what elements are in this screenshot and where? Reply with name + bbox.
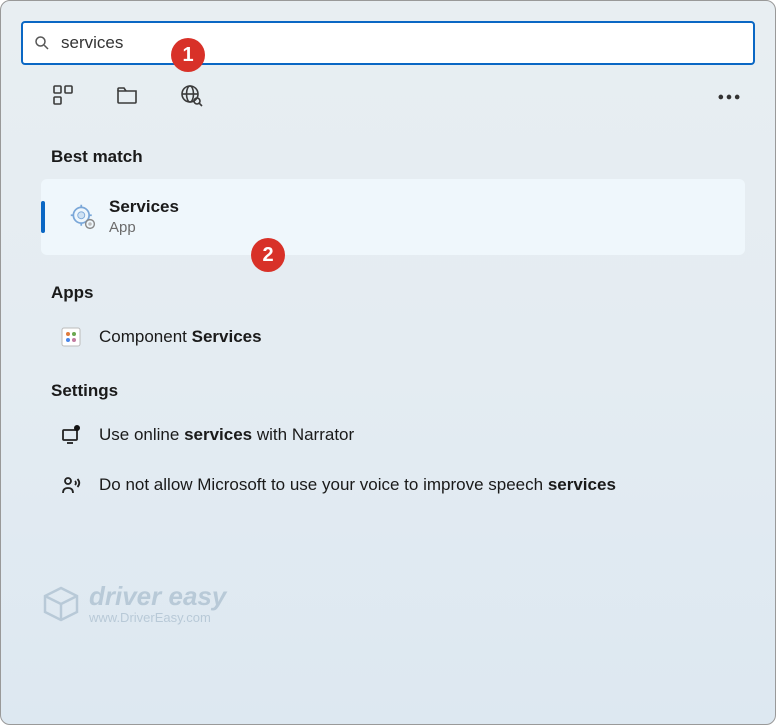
watermark-url: www.DriverEasy.com [89,611,226,624]
web-filter-icon[interactable] [179,83,203,107]
component-services-icon [59,325,83,349]
speech-voice-icon [59,473,83,497]
section-settings: Settings [51,381,765,401]
search-bar[interactable] [21,21,755,65]
filter-row [51,83,743,107]
selection-accent [41,201,45,233]
more-options-icon[interactable] [715,83,743,107]
narrator-online-icon [59,423,83,447]
search-input[interactable] [59,32,743,54]
settings-item-narrator-services[interactable]: Use online services with Narrator [59,419,745,451]
watermark: driver easy www.DriverEasy.com [41,583,226,624]
apps-item-label: Component Services [99,327,262,347]
apps-item-component-services[interactable]: Component Services [59,321,745,353]
watermark-title: driver easy [89,583,226,609]
section-apps: Apps [51,283,765,303]
settings-item-label: Use online services with Narrator [99,425,354,445]
documents-filter-icon[interactable] [115,83,139,107]
annotation-1: 1 [171,38,205,72]
annotation-2: 2 [251,238,285,272]
settings-item-speech-services[interactable]: Do not allow Microsoft to use your voice… [59,469,745,501]
watermark-logo-icon [41,584,81,624]
result-title: Services [109,197,179,217]
apps-filter-icon[interactable] [51,83,75,107]
start-search-panel: Best match Services App Apps [0,0,776,725]
services-app-icon [69,203,97,231]
result-subtitle: App [109,219,179,237]
settings-item-label: Do not allow Microsoft to use your voice… [99,475,616,495]
best-match-result[interactable]: Services App [41,179,745,255]
search-icon [33,34,51,52]
section-best-match: Best match [51,147,765,167]
